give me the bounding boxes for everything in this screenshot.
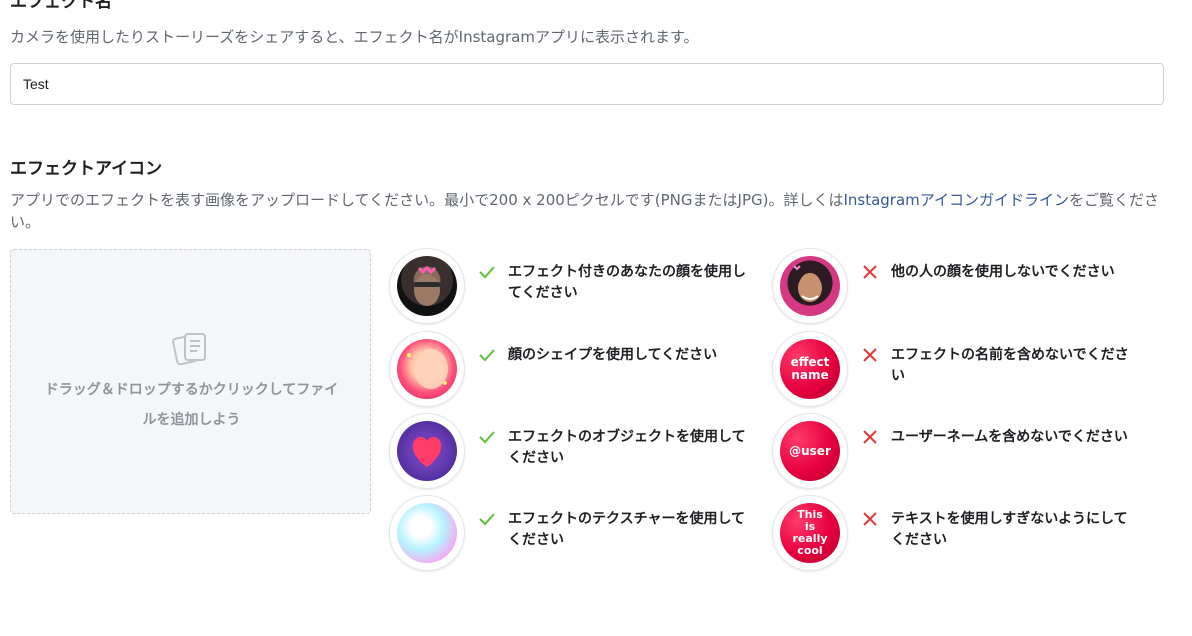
guide-image-frame xyxy=(390,414,464,488)
dropzone-text-line2: ルを追加しよう xyxy=(142,412,241,428)
username-image: @user xyxy=(780,421,840,481)
check-icon xyxy=(479,266,495,279)
too-much-text-image: This is really cool xyxy=(780,503,840,563)
face-shape-icon xyxy=(397,339,457,399)
files-icon xyxy=(172,333,206,366)
cross-icon xyxy=(863,512,877,526)
check-icon xyxy=(479,431,495,444)
guide-do-object: エフェクトのオブジェクトを使用してください xyxy=(390,414,760,490)
icon-guideline-link[interactable]: Instagramアイコンガイドライン xyxy=(843,191,1069,209)
user-face-with-effect-icon xyxy=(397,256,457,316)
guide-text: エフェクトのテクスチャーを使用してください xyxy=(508,511,746,548)
guide-image-frame xyxy=(390,496,464,570)
other-person-face-icon xyxy=(780,256,840,316)
guide-text: エフェクトの名前を含めないでください xyxy=(891,347,1129,384)
guide-text: テキストを使用しすぎないようにしてください xyxy=(891,511,1128,548)
guide-dont-too-much-text: This is really cool テキストを使用しすぎないようにしてくださ… xyxy=(773,496,1143,572)
guide-do-face-shape: 顔のシェイプを使用してください xyxy=(390,332,760,408)
guide-image-frame: @user xyxy=(773,414,847,488)
guide-text: エフェクト付きのあなたの顔を使用してください xyxy=(508,264,746,301)
texture-icon xyxy=(397,503,457,563)
effect-icon-description: アプリでのエフェクトを表す画像をアップロードしてください。最小で200 x 20… xyxy=(10,189,1170,233)
guide-image-frame xyxy=(390,332,464,406)
guide-text: 他の人の顔を使用しないでください xyxy=(891,264,1115,280)
effect-name-image: effect name xyxy=(780,339,840,399)
guide-text: エフェクトのオブジェクトを使用してください xyxy=(508,429,746,466)
effect-icon-title: エフェクトアイコン xyxy=(10,159,163,179)
guide-text: ユーザーネームを含めないでください xyxy=(891,429,1128,445)
guide-dont-other-face: 他の人の顔を使用しないでください xyxy=(773,249,1143,325)
guide-image-frame xyxy=(390,249,464,323)
check-icon xyxy=(479,513,495,526)
dropzone-text-line1: ドラッグ＆ドロップするかクリックしてファイ xyxy=(44,382,339,398)
guide-do-face: エフェクト付きのあなたの顔を使用してください xyxy=(390,249,760,325)
heart-object-icon xyxy=(397,421,457,481)
effect-name-input[interactable] xyxy=(10,63,1164,105)
guide-dont-effect-name: effect name エフェクトの名前を含めないでください xyxy=(773,332,1143,408)
check-icon xyxy=(479,349,495,362)
guide-do-texture: エフェクトのテクスチャーを使用してください xyxy=(390,496,760,572)
guide-dont-username: @user ユーザーネームを含めないでください xyxy=(773,414,1143,490)
cross-icon xyxy=(863,348,877,362)
guide-image-frame: This is really cool xyxy=(773,496,847,570)
effect-name-description: カメラを使用したりストーリーズをシェアすると、エフェクト名がInstagramア… xyxy=(10,28,699,46)
effect-icon-description-text: アプリでのエフェクトを表す画像をアップロードしてください。最小で200 x 20… xyxy=(10,191,844,209)
effect-name-title: エフェクト名 xyxy=(10,0,112,12)
cross-icon xyxy=(863,265,877,279)
guide-image-frame: effect name xyxy=(773,332,847,406)
cross-icon xyxy=(863,430,877,444)
guide-image-frame xyxy=(773,249,847,323)
icon-upload-dropzone[interactable]: ドラッグ＆ドロップするかクリックしてファイ ルを追加しよう xyxy=(10,249,371,514)
guide-text: 顔のシェイプを使用してください xyxy=(508,347,718,363)
dropzone-text: ドラッグ＆ドロップするかクリックしてファイ ルを追加しよう xyxy=(31,375,352,435)
